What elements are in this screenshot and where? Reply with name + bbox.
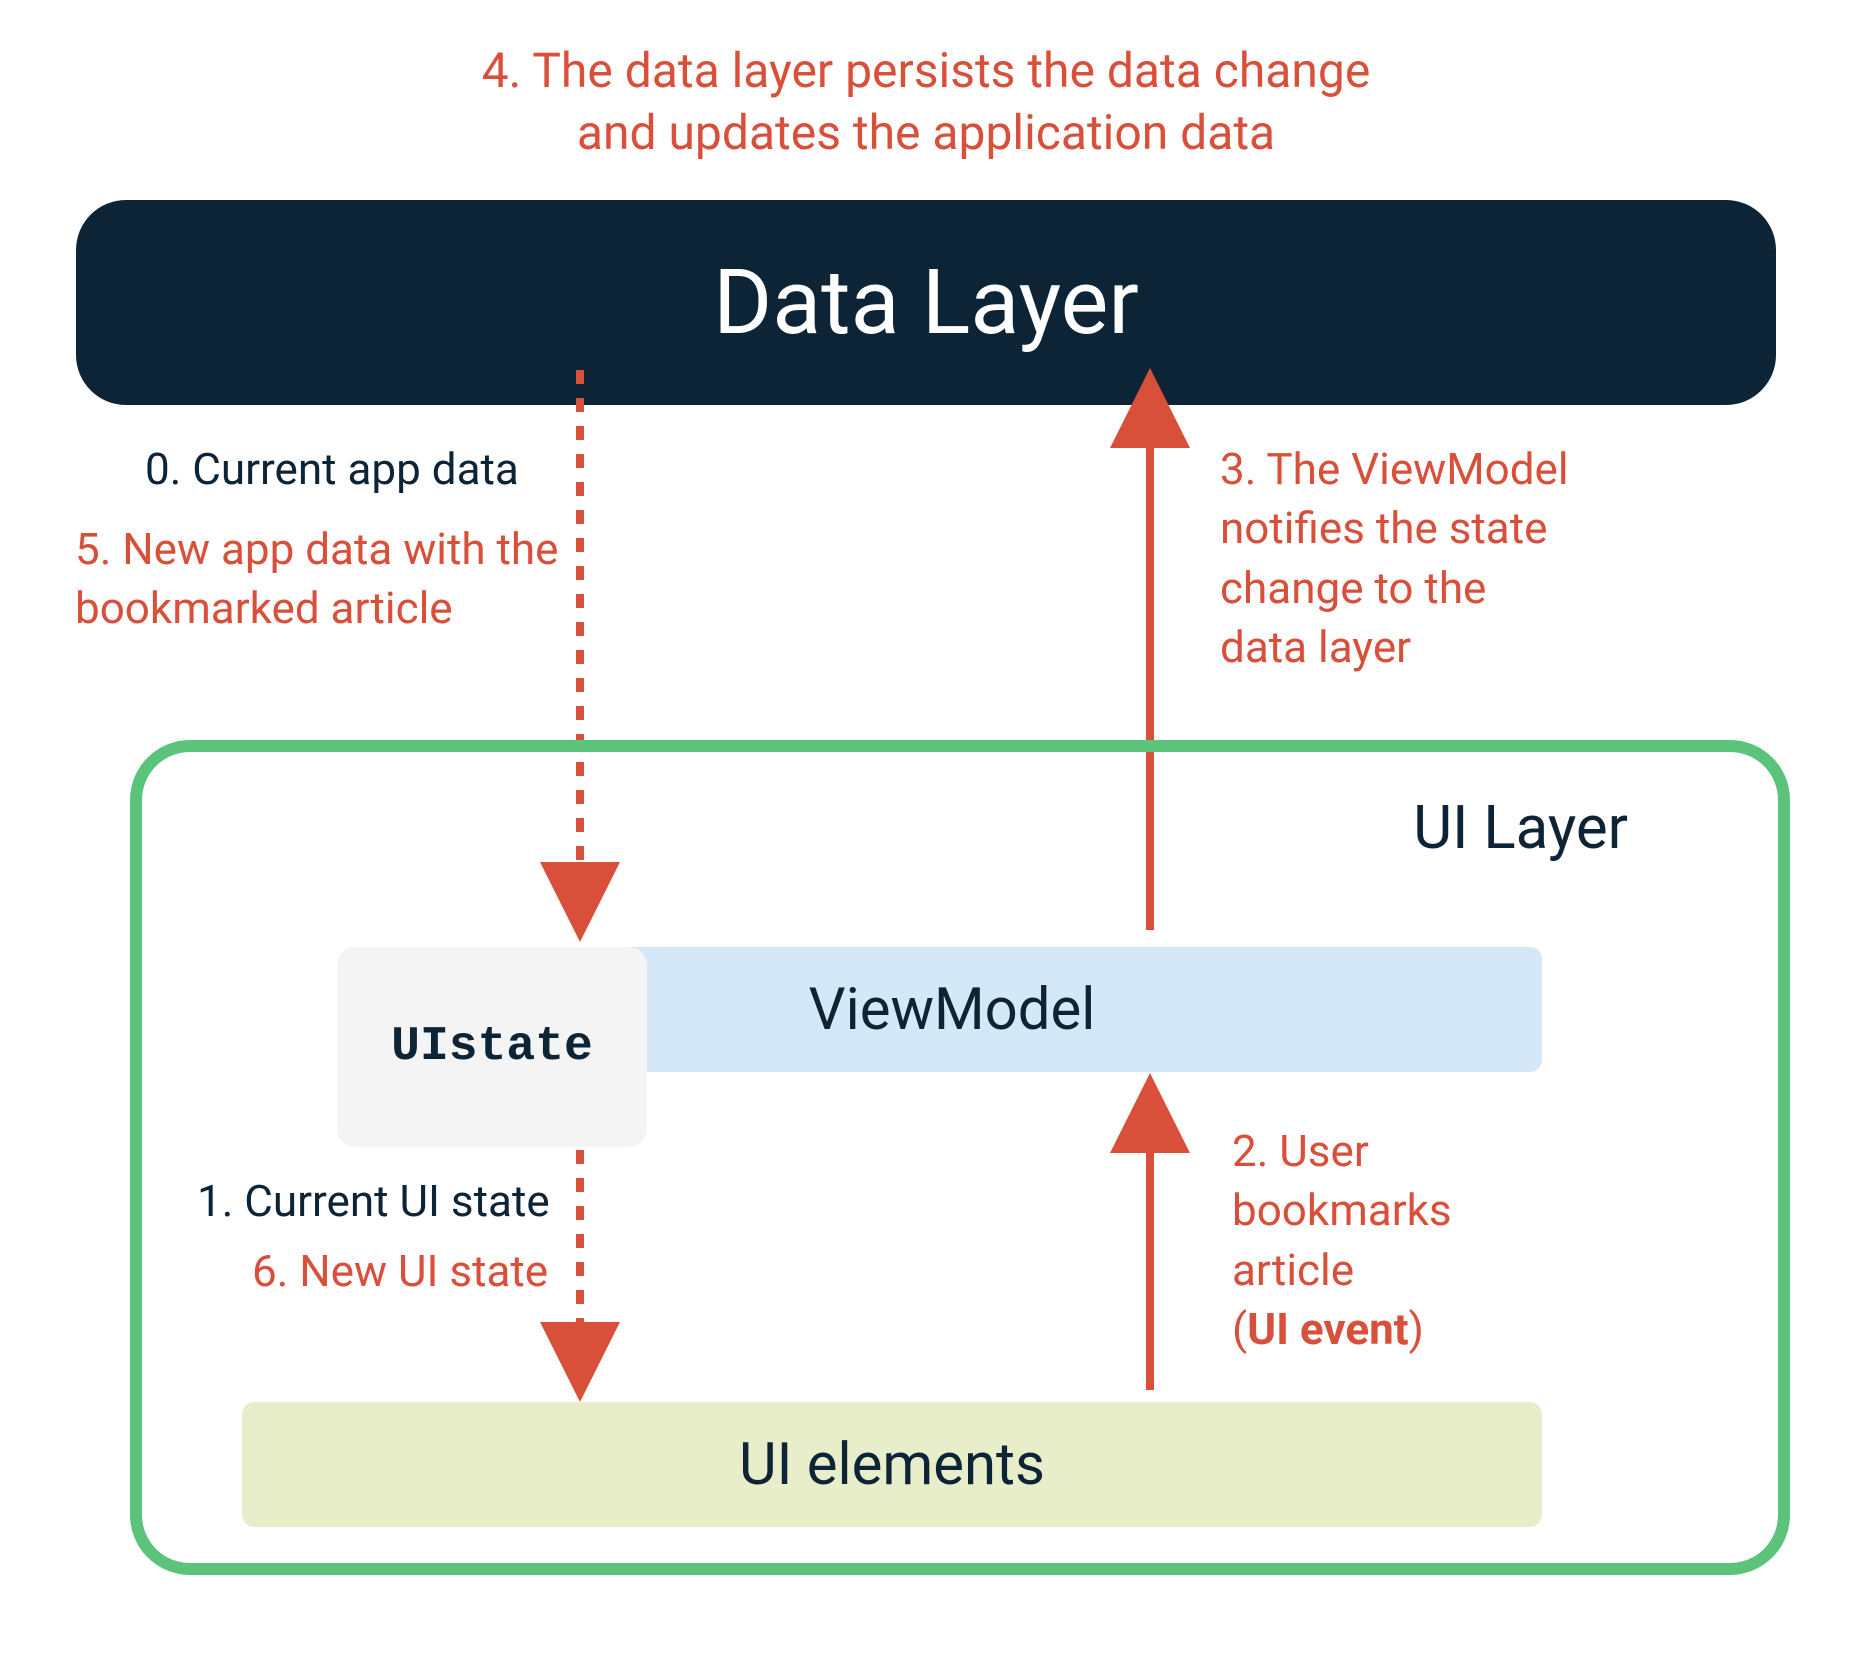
ui-elements-label: UI elements bbox=[739, 1431, 1045, 1499]
data-layer-box: Data Layer bbox=[76, 200, 1776, 405]
ui-state-line1: UI bbox=[391, 1016, 449, 1078]
step3-label: 3. The ViewModel notifies the state chan… bbox=[1220, 440, 1569, 678]
step4-line1: 4. The data layer persists the data chan… bbox=[482, 42, 1371, 99]
step5-label: 5. New app data with the bookmarked arti… bbox=[75, 520, 558, 639]
ui-layer-container: UI Layer ViewModel UI state UI elements … bbox=[130, 740, 1790, 1575]
step2-label: 2. User bookmarks article (UI event) bbox=[1232, 1122, 1452, 1360]
ui-state-line2: state bbox=[449, 1016, 593, 1078]
data-layer-label: Data Layer bbox=[713, 250, 1139, 355]
step4-caption: 4. The data layer persists the data chan… bbox=[60, 40, 1792, 165]
diagram-canvas: 4. The data layer persists the data chan… bbox=[0, 0, 1852, 1656]
step4-line2: and updates the application data bbox=[577, 104, 1275, 161]
step0-label: 0. Current app data bbox=[145, 440, 519, 499]
ui-state-box: UI state bbox=[337, 947, 647, 1147]
step1-label: 1. Current UI state bbox=[197, 1172, 550, 1231]
ui-elements-box: UI elements bbox=[242, 1402, 1542, 1527]
ui-layer-title: UI Layer bbox=[1413, 792, 1628, 863]
step6-label: 6. New UI state bbox=[252, 1242, 548, 1301]
viewmodel-label: ViewModel bbox=[809, 976, 1096, 1044]
